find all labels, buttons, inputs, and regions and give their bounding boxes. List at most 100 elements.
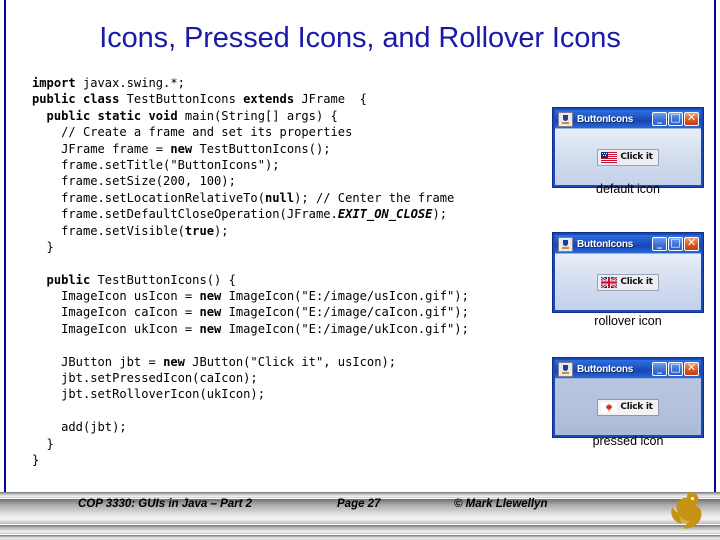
code-line: ImageIcon usIcon = new ImageIcon("E:/ima…	[32, 288, 552, 304]
maximize-button[interactable]: □	[668, 362, 683, 376]
code-line: frame.setDefaultCloseOperation(JFrame.EX…	[32, 206, 552, 222]
minimize-icon: _	[657, 363, 662, 374]
code-text: ImageIcon("E:/image/caIcon.gif");	[221, 305, 469, 320]
button-label: Click it	[620, 277, 653, 287]
code-text: frame.setLocationRelativeTo(	[32, 190, 265, 205]
minimize-button[interactable]: _	[652, 112, 667, 126]
window-content-area: Click it	[555, 128, 701, 185]
code-line: frame.setSize(200, 100);	[32, 173, 552, 189]
code-text: }	[32, 239, 54, 254]
code-text: );	[214, 223, 229, 238]
code-text: JFrame frame =	[32, 141, 171, 156]
page-title: Icons, Pressed Icons, and Rollover Icons	[99, 22, 621, 54]
maximize-icon: □	[670, 111, 681, 124]
code-text: ); // Center the frame	[294, 190, 455, 205]
window-controls: _ □ ✕	[652, 112, 699, 126]
window-title: ButtonIcons	[577, 238, 634, 250]
right-border-rule	[714, 0, 716, 492]
code-text: ImageIcon ukIcon =	[32, 321, 200, 336]
code-line: frame.setLocationRelativeTo(null); // Ce…	[32, 190, 552, 206]
window-controls: _ □ ✕	[652, 362, 699, 376]
code-line: }	[32, 239, 552, 255]
code-keyword: import	[32, 76, 76, 90]
close-button[interactable]: ✕	[684, 362, 699, 376]
window-controls: _ □ ✕	[652, 237, 699, 251]
code-text: javax.swing.*;	[75, 76, 185, 90]
code-text: TestButtonIcons	[119, 92, 244, 107]
minimize-icon: _	[657, 238, 662, 249]
click-it-button[interactable]: Click it	[597, 398, 659, 416]
code-text: TestButtonIcons() {	[90, 272, 236, 287]
caption-pressed-icon: pressed icon	[592, 434, 664, 448]
java-coffee-cup-icon	[558, 236, 573, 252]
click-it-button[interactable]: Click it	[597, 273, 659, 291]
window-titlebar[interactable]: ButtonIcons _ □ ✕	[555, 360, 701, 378]
demo-window-default[interactable]: ButtonIcons _ □ ✕ Click it	[553, 108, 703, 187]
code-line: JButton jbt = new JButton("Click it", us…	[32, 354, 552, 370]
code-text: TestButtonIcons();	[192, 141, 331, 156]
code-text: }	[32, 452, 40, 467]
code-text: main(String[] args) {	[177, 108, 338, 123]
uk-flag-icon	[601, 276, 618, 288]
maximize-button[interactable]: □	[668, 112, 683, 126]
slide-canvas: Icons, Pressed Icons, and Rollover Icons…	[0, 0, 720, 540]
code-keyword: true	[184, 223, 215, 238]
code-keyword: new	[163, 354, 185, 369]
slide-footer: COP 3330: GUIs in Java – Part 2 Page 27 …	[0, 492, 720, 540]
code-text: frame.setSize(200, 100);	[32, 174, 236, 189]
close-icon: ✕	[686, 111, 697, 124]
code-text: frame.setVisible(	[32, 223, 185, 238]
maximize-icon: □	[670, 361, 681, 374]
footer-bar-bottom	[0, 535, 720, 540]
minimize-button[interactable]: _	[652, 237, 667, 251]
code-text: add(jbt);	[32, 420, 127, 435]
code-text: JButton jbt =	[32, 354, 164, 369]
code-text: }	[32, 436, 54, 451]
code-keyword: new	[199, 305, 222, 320]
click-it-button[interactable]: Click it	[597, 148, 659, 166]
demo-window-rollover[interactable]: ButtonIcons _ □ ✕ Click it	[553, 233, 703, 312]
code-line: jbt.setPressedIcon(caIcon);	[32, 370, 552, 386]
code-text: ImageIcon("E:/image/usIcon.gif");	[221, 289, 469, 304]
code-text: ImageIcon caIcon =	[32, 305, 200, 320]
code-line: public class TestButtonIcons extends JFr…	[32, 91, 552, 107]
code-line: public TestButtonIcons() {	[32, 272, 552, 288]
minimize-button[interactable]: _	[652, 362, 667, 376]
window-content-area: Click it	[555, 253, 701, 310]
code-text: jbt.setRolloverIcon(ukIcon);	[32, 387, 265, 402]
maximize-button[interactable]: □	[668, 237, 683, 251]
code-text: frame.setDefaultCloseOperation(JFrame.	[32, 207, 338, 222]
code-line: public static void main(String[] args) {	[32, 108, 552, 124]
close-button[interactable]: ✕	[684, 112, 699, 126]
code-keyword: public class	[32, 92, 120, 107]
footer-page-number: Page 27	[337, 498, 381, 510]
us-flag-icon	[601, 151, 618, 163]
code-text: JButton("Click it", usIcon);	[184, 354, 397, 369]
button-label: Click it	[620, 152, 653, 162]
window-titlebar[interactable]: ButtonIcons _ □ ✕	[555, 235, 701, 253]
window-content-area: Click it	[555, 378, 701, 435]
code-line: ImageIcon ukIcon = new ImageIcon("E:/ima…	[32, 321, 552, 337]
java-coffee-cup-icon	[558, 111, 573, 127]
code-line: add(jbt);	[32, 419, 552, 435]
code-text: // Create a frame and set its properties	[32, 125, 353, 140]
code-text: ImageIcon("E:/image/ukIcon.gif");	[221, 321, 469, 336]
code-line: }	[32, 452, 552, 468]
code-constant: EXIT_ON_CLOSE	[337, 207, 433, 222]
code-text: );	[432, 207, 448, 222]
code-line: ImageIcon caIcon = new ImageIcon("E:/ima…	[32, 304, 552, 320]
ca-flag-icon	[601, 401, 618, 413]
window-titlebar[interactable]: ButtonIcons _ □ ✕	[555, 110, 701, 128]
left-border-rule	[4, 0, 6, 492]
window-title: ButtonIcons	[577, 113, 634, 125]
close-icon: ✕	[686, 361, 697, 374]
code-keyword: public	[32, 272, 91, 287]
demo-window-pressed[interactable]: ButtonIcons _ □ ✕ Click it	[553, 358, 703, 437]
close-button[interactable]: ✕	[684, 237, 699, 251]
code-text: JFrame {	[294, 92, 367, 107]
code-keyword: null	[265, 190, 295, 205]
footer-copyright-label: © Mark Llewellyn	[454, 498, 548, 510]
code-keyword: extends	[243, 92, 295, 107]
